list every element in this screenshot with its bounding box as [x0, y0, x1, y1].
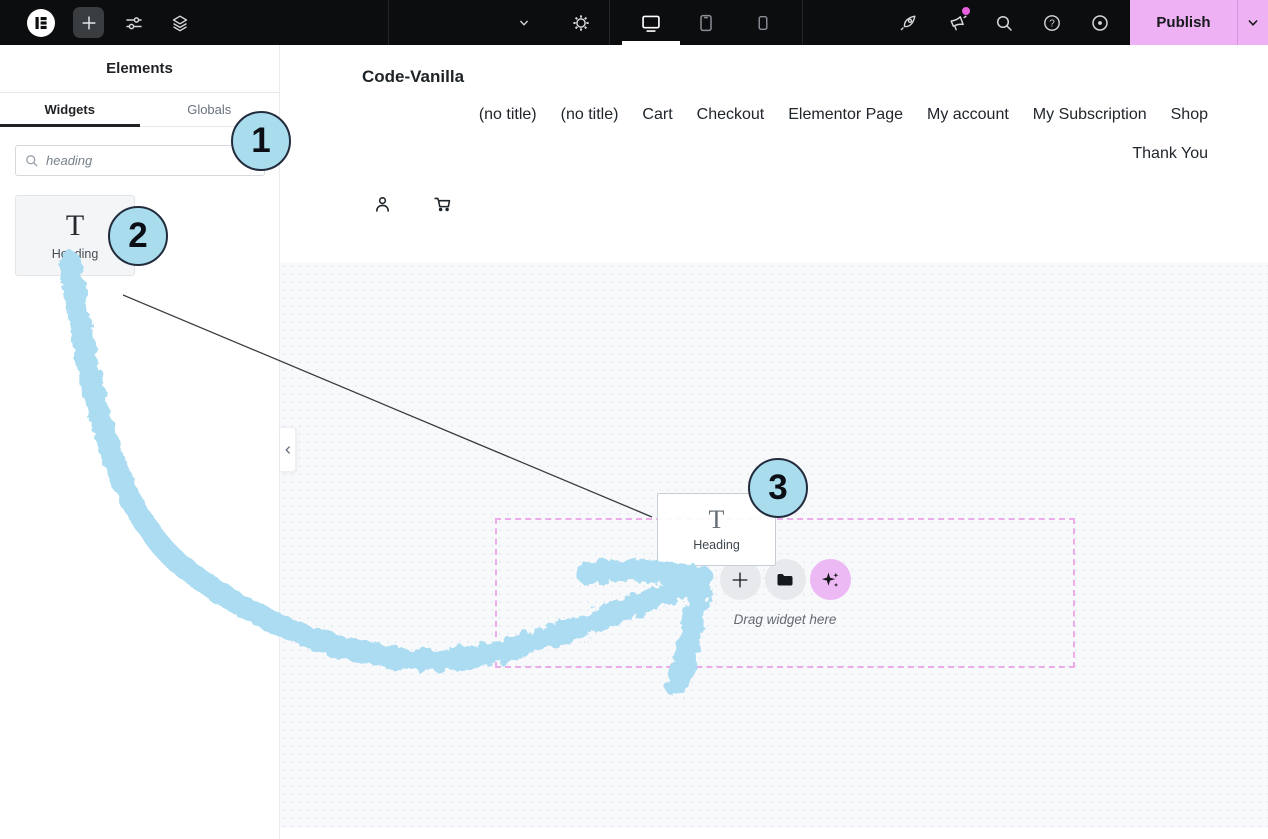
nav-link[interactable]: Checkout [697, 106, 765, 124]
notification-dot [962, 7, 970, 15]
active-device-underline [622, 41, 680, 45]
publish-chevron-down-icon [1248, 19, 1258, 26]
page-header-preview: Code-Vanilla (no title) (no title) Cart … [280, 45, 1268, 262]
mobile-preview-icon[interactable] [753, 0, 773, 45]
dropzone-buttons [495, 559, 1075, 600]
heading-widget-card[interactable]: T Heading [15, 195, 135, 276]
nav-row: Thank You [1132, 145, 1208, 163]
chevron-left-icon [285, 445, 290, 454]
panel-title: Elements [0, 45, 279, 93]
canvas-bottom-strip [280, 828, 1268, 839]
account-icon[interactable] [372, 194, 393, 220]
nav-link[interactable]: Elementor Page [788, 106, 903, 124]
nav-row: (no title) (no title) Cart Checkout Elem… [479, 106, 1208, 124]
cart-icon[interactable] [432, 194, 453, 220]
panel-collapse-handle[interactable] [280, 427, 296, 472]
toolbar-divider [802, 0, 803, 45]
search-icon [26, 155, 38, 167]
nav-link[interactable]: My Subscription [1033, 106, 1147, 124]
preview-eye-icon[interactable] [1090, 0, 1110, 45]
toolbar-divider [609, 0, 610, 45]
panel-tabs: Widgets Globals [0, 93, 279, 127]
finder-search-icon[interactable] [994, 0, 1014, 45]
header-utility-icons [280, 194, 1268, 220]
ai-sparkles-icon [821, 572, 839, 587]
help-question-icon[interactable]: ? [1042, 0, 1062, 45]
site-navigation: (no title) (no title) Cart Checkout Elem… [280, 106, 1268, 163]
dragged-heading-widget[interactable]: T Heading [657, 493, 776, 566]
elementor-logo-icon[interactable] [27, 0, 55, 45]
nav-link[interactable]: Cart [642, 106, 672, 124]
site-title[interactable]: Code-Vanilla [280, 45, 1268, 87]
tablet-preview-icon[interactable] [696, 0, 716, 45]
nav-link[interactable]: Thank You [1132, 145, 1208, 163]
question-glyph: ? [1049, 18, 1055, 29]
add-element-button[interactable] [73, 7, 104, 38]
page-settings-gear-icon[interactable] [571, 0, 591, 45]
folder-icon [777, 573, 793, 585]
desktop-preview-icon[interactable] [640, 0, 662, 45]
heading-widget-icon: T [708, 505, 725, 534]
nav-link[interactable]: Shop [1171, 106, 1208, 124]
whats-new-rocket-icon[interactable] [898, 0, 918, 45]
elements-panel: Elements Widgets Globals T Heading [0, 45, 280, 839]
widget-search [15, 145, 265, 176]
top-toolbar: ? Publish [0, 0, 1268, 45]
publish-button[interactable]: Publish [1130, 0, 1237, 45]
widget-search-input[interactable] [15, 145, 265, 176]
publish-label: Publish [1156, 14, 1211, 31]
heading-widget-label: Heading [693, 538, 740, 552]
plus-icon [732, 572, 748, 587]
nav-link[interactable]: My account [927, 106, 1009, 124]
site-settings-icon[interactable] [124, 0, 144, 45]
heading-widget-label: Heading [51, 246, 99, 261]
document-chevron-down-icon[interactable] [516, 0, 532, 45]
publish-options-button[interactable] [1237, 0, 1268, 45]
tab-widgets[interactable]: Widgets [0, 93, 140, 127]
heading-widget-icon: T [65, 208, 85, 242]
nav-link[interactable]: (no title) [561, 106, 619, 124]
dropzone-hint: Drag widget here [733, 612, 837, 627]
structure-layers-icon[interactable] [170, 0, 190, 45]
ai-builder-button[interactable] [809, 559, 851, 600]
elementor-editor: ? Publish Elements Widgets Globals T Hea… [0, 0, 1268, 839]
nav-link[interactable]: (no title) [479, 106, 537, 124]
tab-globals[interactable]: Globals [140, 93, 280, 126]
toolbar-divider [388, 0, 389, 45]
